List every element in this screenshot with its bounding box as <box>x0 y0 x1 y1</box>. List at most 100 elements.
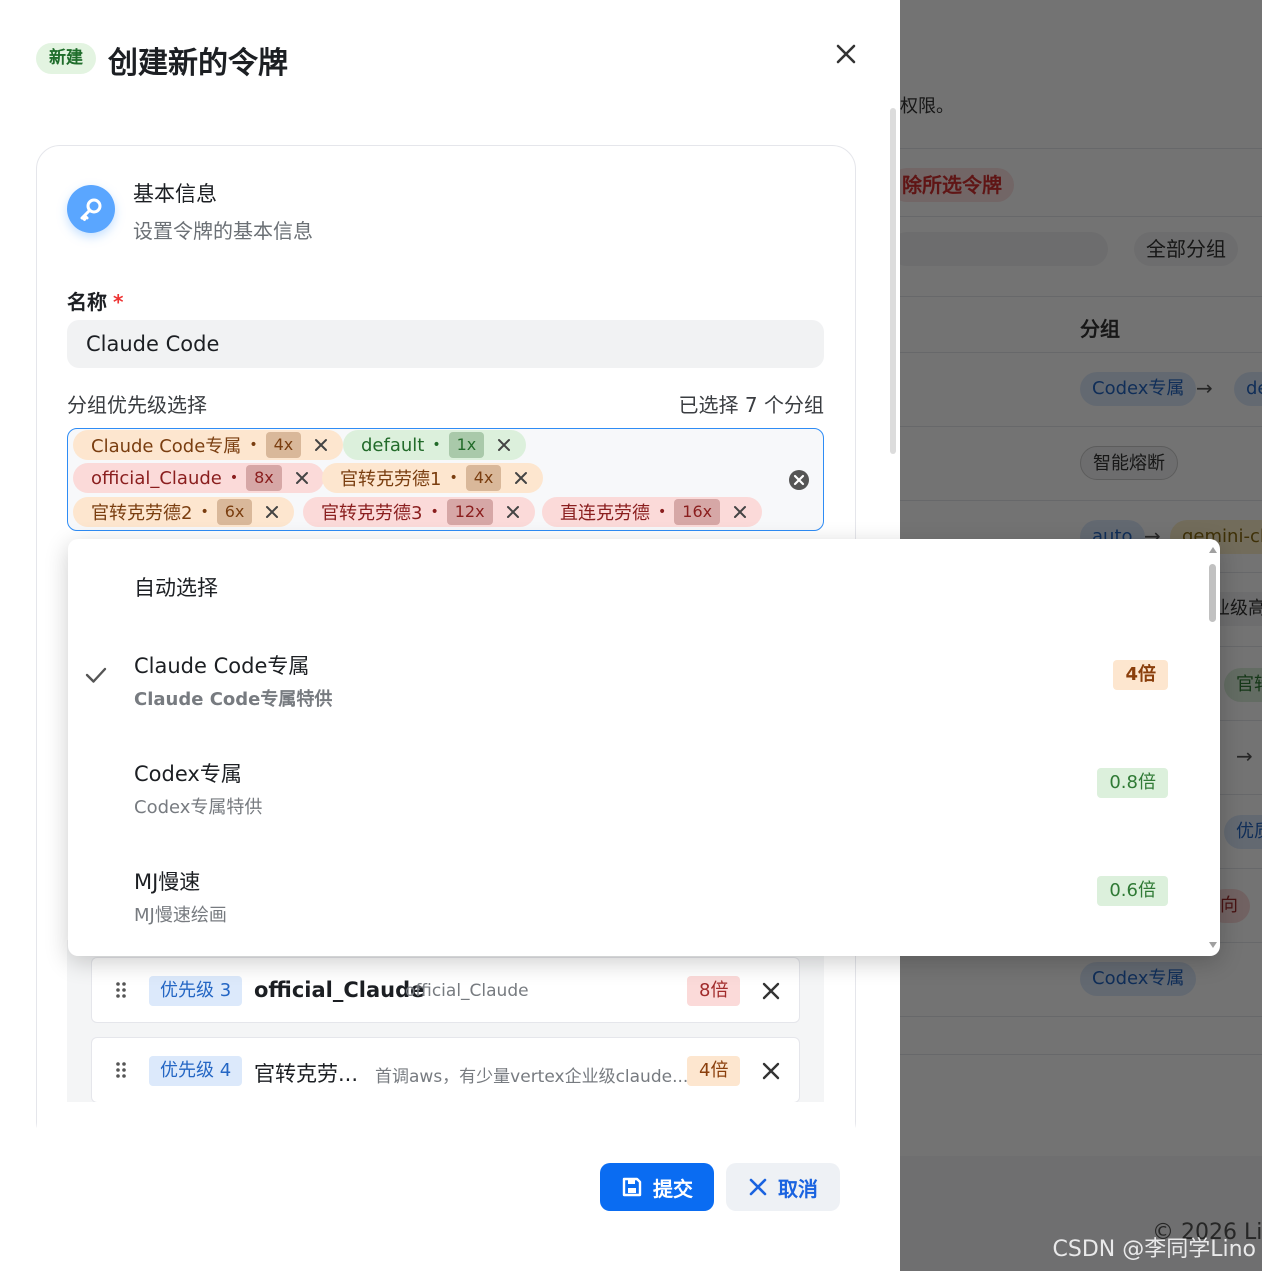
cancel-label: 取消 <box>778 1176 818 1201</box>
tag-label: Claude Code专属 <box>91 436 242 457</box>
tag-multiplier: 1x <box>448 432 485 458</box>
group-pill: defa <box>1234 372 1262 406</box>
divider <box>900 352 1262 353</box>
option-name: MJ慢速 <box>134 870 201 894</box>
group-pill: Codex专属 <box>1080 372 1197 406</box>
separator-dot: • <box>249 437 258 453</box>
divider <box>900 148 1262 149</box>
arrow-right-icon: → <box>1236 744 1253 768</box>
tag-remove-icon[interactable] <box>513 470 529 486</box>
required-mark: * <box>113 290 124 314</box>
group-tag[interactable]: official_Claude • 8x <box>73 463 324 493</box>
selected-count: 已选择 7 个分组 <box>678 393 824 417</box>
separator-dot: • <box>200 504 209 520</box>
group-tag[interactable]: 直连克劳德 • 16x <box>542 497 763 527</box>
option-name: Claude Code专属 <box>134 654 310 678</box>
priority-group-name: 官转克劳... <box>254 1062 359 1086</box>
tag-remove-icon[interactable] <box>505 504 521 520</box>
option-auto-select[interactable]: 自动选择 <box>134 572 218 602</box>
dropdown-scrollbar[interactable] <box>1209 564 1216 622</box>
tag-multiplier: 12x <box>446 499 493 525</box>
tag-label: 官转克劳德2 <box>91 503 193 524</box>
bg-text: 权限。 <box>900 96 954 117</box>
section-subtitle: 设置令牌的基本信息 <box>133 219 313 243</box>
tag-label: 直连克劳德 <box>560 503 650 524</box>
option-rate-badge: 0.8倍 <box>1097 768 1168 798</box>
delete-selected-button[interactable]: 除所选令牌 <box>900 168 1014 202</box>
tag-remove-icon[interactable] <box>313 437 329 453</box>
priority-row[interactable]: 优先级 4 官转克劳... 首调aws，有少量vertex企业级claude... 4… <box>91 1037 800 1103</box>
divider <box>900 296 1262 297</box>
section-title: 基本信息 <box>133 182 217 206</box>
bg-search-input[interactable] <box>900 232 1108 266</box>
group-dropdown: 自动选择 Claude Code专属 Claude Code专属特供 4倍 Codex… <box>68 539 1220 956</box>
drag-handle-icon[interactable] <box>114 1060 128 1080</box>
priority-row[interactable]: 优先级 3 official_Claude official_Claude 8倍 <box>91 957 800 1023</box>
tag-label: default <box>361 434 425 456</box>
priority-badge: 优先级 4 <box>149 1056 243 1086</box>
group-tag[interactable]: 官转克劳德2 • 6x <box>73 497 295 527</box>
name-input[interactable] <box>67 320 824 368</box>
divider <box>900 1054 1262 1055</box>
dropdown-option[interactable]: MJ慢速 MJ慢速绘画 0.6倍 <box>68 866 1208 956</box>
tag-remove-icon[interactable] <box>264 504 280 520</box>
group-tag[interactable]: default • 1x <box>343 430 527 460</box>
tag-remove-icon[interactable] <box>732 504 748 520</box>
group-tag[interactable]: 官转克劳德3 • 12x <box>303 497 535 527</box>
close-icon <box>749 1178 767 1196</box>
option-description: Codex专属特供 <box>134 797 263 818</box>
submit-label: 提交 <box>653 1176 693 1201</box>
tag-label: official_Claude <box>91 467 222 489</box>
priority-group-name: official_Claude <box>254 978 425 1002</box>
group-tag[interactable]: Claude Code专属 • 4x <box>73 430 344 460</box>
sheet-title: 创建新的令牌 <box>108 46 288 81</box>
priority-rate-badge: 8倍 <box>687 976 741 1006</box>
tag-multiplier: 8x <box>246 465 282 491</box>
remove-icon[interactable] <box>759 1059 783 1083</box>
name-label: 名称 * <box>67 286 123 315</box>
tag-multiplier: 6x <box>216 499 253 525</box>
priority-group-desc: 首调aws，有少量vertex企业级claude... <box>375 1067 689 1087</box>
group-priority-label: 分组优先级选择 <box>67 393 207 417</box>
sheet-scrollbar[interactable] <box>890 108 896 454</box>
divider <box>900 426 1262 427</box>
divider <box>900 1016 1262 1017</box>
group-pill: Codex专属 <box>1080 962 1197 996</box>
scroll-up-icon[interactable] <box>1209 547 1217 553</box>
divider <box>900 216 1262 217</box>
option-rate-badge: 4倍 <box>1113 660 1168 690</box>
clear-all-icon[interactable] <box>788 469 810 491</box>
arrow-right-icon: → <box>1196 376 1213 400</box>
tag-remove-icon[interactable] <box>294 470 310 486</box>
drag-handle-icon[interactable] <box>114 980 128 1000</box>
scroll-down-icon[interactable] <box>1209 942 1217 948</box>
option-name: Codex专属 <box>134 762 242 786</box>
priority-rate-badge: 4倍 <box>687 1056 741 1086</box>
dropdown-option[interactable]: Claude Code专属 Claude Code专属特供 4倍 <box>68 650 1208 750</box>
tag-remove-icon[interactable] <box>496 437 512 453</box>
group-pill: 优质 <box>1224 815 1262 849</box>
tag-label: 官转克劳德1 <box>340 469 442 490</box>
divider <box>900 500 1262 501</box>
option-rate-badge: 0.6倍 <box>1097 876 1168 906</box>
dropdown-option[interactable]: Codex专属 Codex专属特供 0.8倍 <box>68 758 1208 858</box>
priority-badge: 优先级 3 <box>149 976 243 1006</box>
new-badge: 新建 <box>36 43 96 74</box>
option-description: Claude Code专属特供 <box>134 689 333 710</box>
all-groups-select[interactable]: 全部分组 <box>1134 232 1238 266</box>
separator-dot: • <box>432 437 441 453</box>
group-tag[interactable]: 官转克劳德1 • 4x <box>322 463 544 493</box>
close-icon[interactable] <box>832 40 860 68</box>
save-icon <box>622 1177 642 1197</box>
key-icon <box>67 185 115 233</box>
watermark: CSDN @李同学Lino <box>1052 1237 1257 1262</box>
group-pill: 官转 <box>1224 668 1262 702</box>
name-label-text: 名称 <box>67 290 107 314</box>
remove-icon[interactable] <box>759 979 783 1003</box>
tag-multiplier: 16x <box>674 499 721 525</box>
priority-group-desc: official_Claude <box>405 981 529 1001</box>
submit-button[interactable]: 提交 <box>600 1163 714 1211</box>
column-header-group: 分组 <box>1080 317 1120 341</box>
tag-label: 官转克劳德3 <box>321 503 423 524</box>
cancel-button[interactable]: 取消 <box>726 1163 840 1211</box>
